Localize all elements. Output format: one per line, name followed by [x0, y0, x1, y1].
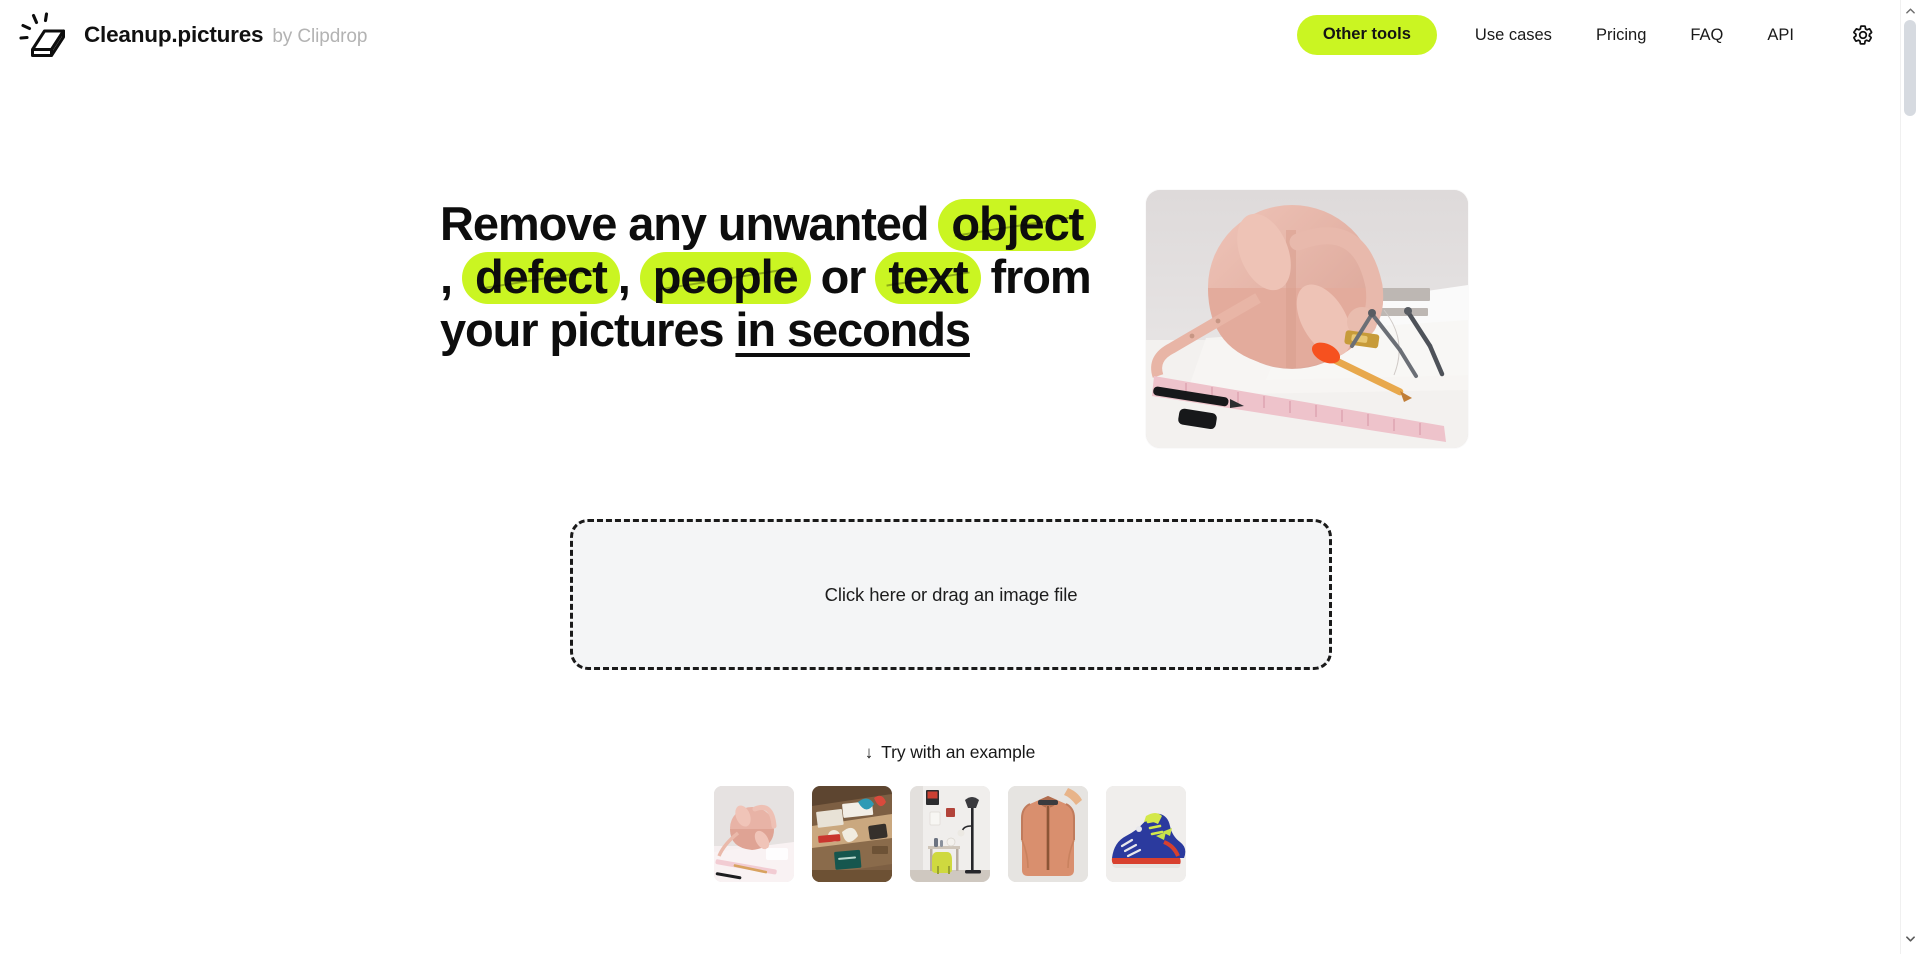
nav-pricing-link[interactable]: Pricing	[1596, 16, 1646, 55]
headline-part-2: or	[820, 249, 867, 303]
headline-highlight-text: text	[875, 251, 981, 304]
headline-underlined: in seconds	[735, 302, 971, 356]
brand-name: Cleanup.pictures	[84, 22, 264, 47]
headline-highlight-defect: defect	[461, 251, 620, 304]
headline-part-1: Remove any unwanted	[440, 197, 929, 250]
hero-image	[1146, 190, 1468, 448]
example-thumbnails	[714, 786, 1186, 882]
examples-section: ↓ Try with an example	[0, 742, 1900, 882]
example-thumbnail-5[interactable]	[1106, 786, 1186, 882]
example-thumbnail-4[interactable]	[1008, 786, 1088, 882]
examples-title: ↓ Try with an example	[864, 742, 1036, 763]
eraser-sparkle-icon	[19, 12, 65, 57]
examples-title-label: Try with an example	[881, 742, 1036, 762]
headline-highlight-object: object	[938, 199, 1097, 251]
hero-section: Remove any unwanted object, defect, peop…	[440, 190, 1470, 448]
example-thumbnail-1[interactable]	[714, 786, 794, 882]
brand-logo[interactable]: Cleanup.pictures by Clipdrop	[18, 11, 367, 59]
page-scrollbar[interactable]	[1900, 0, 1918, 954]
page-root: Cleanup.pictures by Clipdrop Other tools…	[0, 0, 1918, 954]
chevron-up-icon	[1905, 8, 1915, 14]
chevron-down-icon	[1905, 936, 1915, 942]
example-thumbnail-2[interactable]	[812, 786, 892, 882]
headline-highlight-people: people	[639, 251, 811, 304]
site-header: Cleanup.pictures by Clipdrop Other tools…	[0, 0, 1900, 70]
nav-other-tools-button[interactable]: Other tools	[1296, 15, 1437, 55]
nav-faq-link[interactable]: FAQ	[1690, 16, 1723, 55]
headline-sep-1: ,	[440, 249, 453, 303]
settings-button[interactable]	[1848, 20, 1878, 50]
brand-suffix: by Clipdrop	[272, 26, 368, 47]
example-thumbnail-3[interactable]	[910, 786, 990, 882]
gear-icon	[1853, 25, 1873, 45]
arrow-down-icon: ↓	[864, 743, 874, 762]
nav-use-cases-link[interactable]: Use cases	[1475, 16, 1552, 55]
image-dropzone[interactable]: Click here or drag an image file	[570, 519, 1332, 670]
nav-api-link[interactable]: API	[1767, 16, 1794, 55]
scrollbar-thumb[interactable]	[1904, 20, 1916, 116]
dropzone-label: Click here or drag an image file	[824, 583, 1078, 605]
main-navigation: Other tools Use cases Pricing FAQ API	[1296, 15, 1900, 55]
scrollbar-up-button[interactable]	[1901, 2, 1918, 20]
scrollbar-down-button[interactable]	[1901, 930, 1918, 948]
page-title: Remove any unwanted object, defect, peop…	[440, 190, 1100, 355]
browser-viewport: Cleanup.pictures by Clipdrop Other tools…	[0, 0, 1900, 954]
